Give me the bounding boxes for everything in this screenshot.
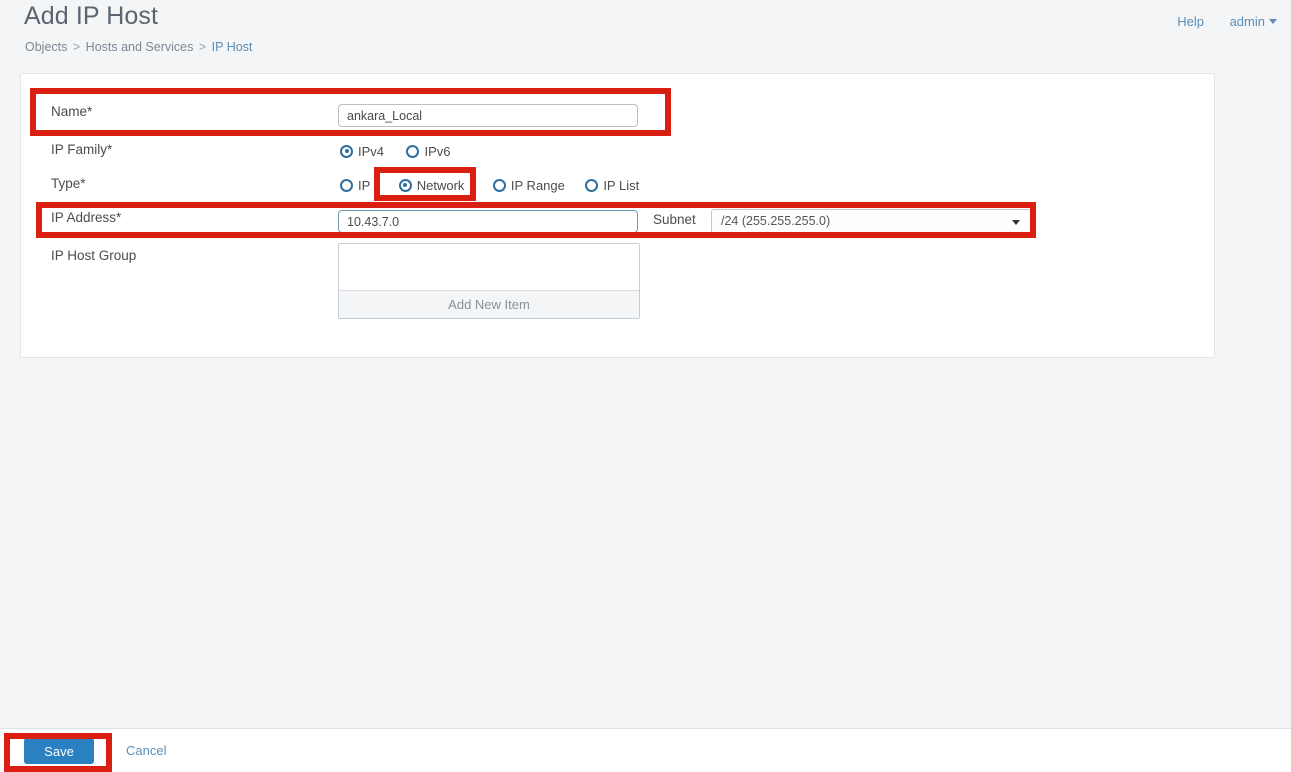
breadcrumb: Objects > Hosts and Services > IP Host [25, 40, 252, 54]
radio-type-network-label: Network [416, 177, 465, 193]
required-marker: * [107, 142, 113, 157]
required-marker: * [80, 176, 86, 191]
ip-host-group-label: IP Host Group [51, 246, 136, 266]
header-links: Help admin [1155, 14, 1277, 29]
radio-ipv4-label: IPv4 [358, 143, 385, 159]
admin-menu-label: admin [1229, 14, 1265, 29]
form-card: Name* IP Family* IPv4 IPv6 Type* IP Netw… [20, 73, 1215, 358]
cancel-link[interactable]: Cancel [126, 743, 166, 758]
name-input[interactable] [338, 104, 638, 127]
ip-host-group-label-text: IP Host Group [51, 248, 137, 263]
form-row-ip-family: IP Family* IPv4 IPv6 [21, 140, 1214, 174]
ip-address-label-text: IP Address [51, 210, 117, 225]
radio-dot-icon [340, 144, 353, 158]
name-label-text: Name [51, 104, 88, 119]
radio-dot-icon [492, 178, 506, 192]
radio-type-ip[interactable]: IP [340, 178, 370, 194]
radio-dot-icon [398, 178, 412, 192]
footer-bar: Save Cancel [0, 728, 1291, 772]
radio-ipv6-label: IPv6 [424, 143, 451, 159]
name-label: Name* [51, 102, 92, 122]
chevron-down-icon [1269, 19, 1277, 24]
radio-dot-icon [585, 178, 599, 192]
ip-host-group-listbox[interactable]: Add New Item [338, 243, 640, 319]
radio-type-network[interactable]: Network [391, 178, 473, 194]
subnet-label-text: Subnet [653, 212, 696, 227]
ip-family-label-text: IP Family [51, 142, 108, 157]
subnet-label: Subnet [653, 210, 696, 230]
help-link[interactable]: Help [1177, 14, 1204, 29]
radio-dot-icon [406, 144, 420, 158]
required-marker: * [87, 104, 93, 119]
radio-dot-icon [340, 178, 353, 192]
radio-type-ip-label: IP [358, 177, 371, 193]
radio-type-ip-list-label: IP List [603, 177, 640, 193]
ip-family-radio-group: IPv4 IPv6 [340, 143, 468, 161]
radio-type-ip-list[interactable]: IP List [585, 178, 639, 194]
breadcrumb-separator: > [198, 40, 207, 54]
subnet-selected-value: /24 (255.255.255.0) [721, 214, 831, 228]
type-radio-group: IP Network IP Range IP List [340, 177, 639, 195]
chevron-down-icon [1012, 220, 1020, 225]
breadcrumb-item-hosts-and-services[interactable]: Hosts and Services [86, 40, 194, 54]
breadcrumb-separator: > [72, 40, 81, 54]
radio-type-ip-range-label: IP Range [510, 177, 565, 193]
radio-type-ip-range[interactable]: IP Range [492, 177, 565, 194]
type-label-text: Type [51, 176, 81, 191]
ip-address-input[interactable] [338, 210, 638, 233]
page-title: Add IP Host [24, 2, 159, 30]
form-row-ip-address: IP Address* Subnet /24 (255.255.255.0) [21, 208, 1214, 242]
add-new-item-button[interactable]: Add New Item [339, 290, 639, 318]
form-row-name: Name* [21, 102, 1214, 136]
radio-ipv6[interactable]: IPv6 [406, 144, 450, 160]
form-row-type: Type* IP Network IP Range IP List [21, 174, 1214, 208]
form-row-ip-host-group: IP Host Group Add New Item [21, 243, 1214, 326]
breadcrumb-item-ip-host[interactable]: IP Host [212, 40, 253, 54]
radio-ipv4[interactable]: IPv4 [340, 144, 384, 160]
ip-family-label: IP Family* [51, 140, 112, 160]
breadcrumb-item-objects[interactable]: Objects [25, 40, 67, 54]
save-button[interactable]: Save [24, 738, 94, 764]
required-marker: * [116, 210, 122, 225]
type-label: Type* [51, 174, 86, 194]
ip-host-group-list-items[interactable] [339, 244, 639, 290]
ip-address-label: IP Address* [51, 208, 121, 228]
page-header: Add IP Host Objects > Hosts and Services… [0, 0, 1291, 66]
admin-menu[interactable]: admin [1230, 14, 1277, 29]
subnet-select[interactable]: /24 (255.255.255.0) [711, 209, 1031, 234]
